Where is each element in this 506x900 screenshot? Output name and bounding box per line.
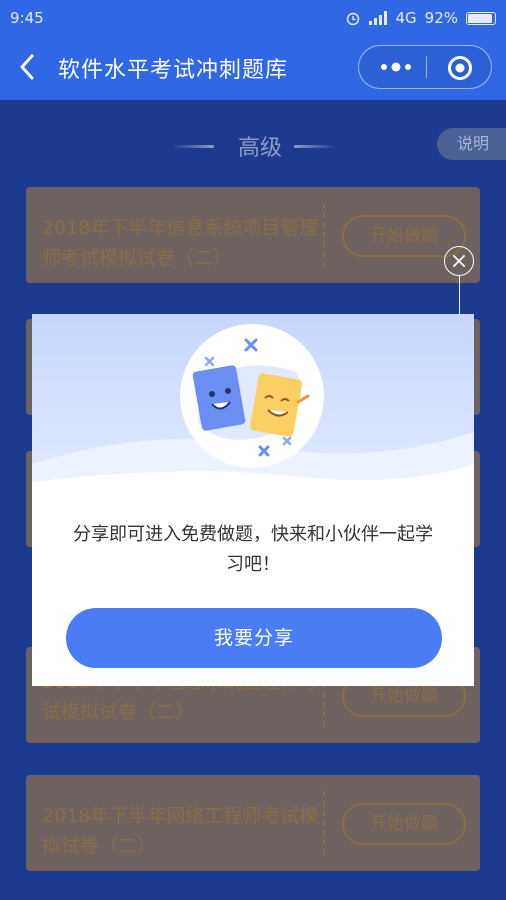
close-mini-program-icon[interactable] bbox=[447, 55, 473, 81]
mini-program-capsule bbox=[358, 45, 492, 89]
battery-percent: 92% bbox=[424, 9, 458, 27]
page-title: 软件水平考试冲刺题库 bbox=[58, 58, 289, 83]
level-section-header: 高级 bbox=[0, 126, 506, 166]
exam-title: 2018年下半年网络工程师考试模拟试卷（二） bbox=[42, 805, 319, 857]
share-illustration bbox=[32, 314, 474, 504]
share-message: 分享即可进入免费做题，快来和小伙伴一起学习吧！ bbox=[73, 524, 433, 575]
exam-card: 2018年下半年信息系统项目管理师考试模拟试卷（二） 开始做题 bbox=[26, 187, 480, 283]
navigation-bar: 软件水平考试冲刺题库 bbox=[0, 34, 506, 100]
battery-icon bbox=[466, 11, 496, 25]
network-type: 4G bbox=[395, 9, 417, 27]
exam-card: 2018年下半年网络工程师考试模拟试卷（二） 开始做题 bbox=[26, 775, 480, 871]
more-options-icon[interactable] bbox=[379, 58, 413, 76]
alarm-icon bbox=[347, 12, 360, 26]
back-arrow-icon[interactable] bbox=[14, 50, 42, 84]
share-modal: 分享即可进入免费做题，快来和小伙伴一起学习吧！ 我要分享 bbox=[32, 314, 474, 686]
divider-right bbox=[294, 145, 336, 148]
divider-left bbox=[172, 145, 214, 148]
status-time: 9:45 bbox=[10, 9, 44, 27]
close-modal-icon[interactable] bbox=[444, 246, 474, 276]
status-bar: 9:45 4G 92% bbox=[0, 0, 506, 34]
signal-icon bbox=[369, 11, 388, 25]
exam-title: 2018年下半年信息系统项目管理师考试模拟试卷（二） bbox=[42, 217, 319, 269]
share-button[interactable]: 我要分享 bbox=[66, 608, 442, 668]
start-exam-button[interactable]: 开始做题 bbox=[342, 803, 466, 845]
level-label: 高级 bbox=[238, 136, 283, 161]
explain-button[interactable]: 说明 bbox=[437, 128, 506, 160]
